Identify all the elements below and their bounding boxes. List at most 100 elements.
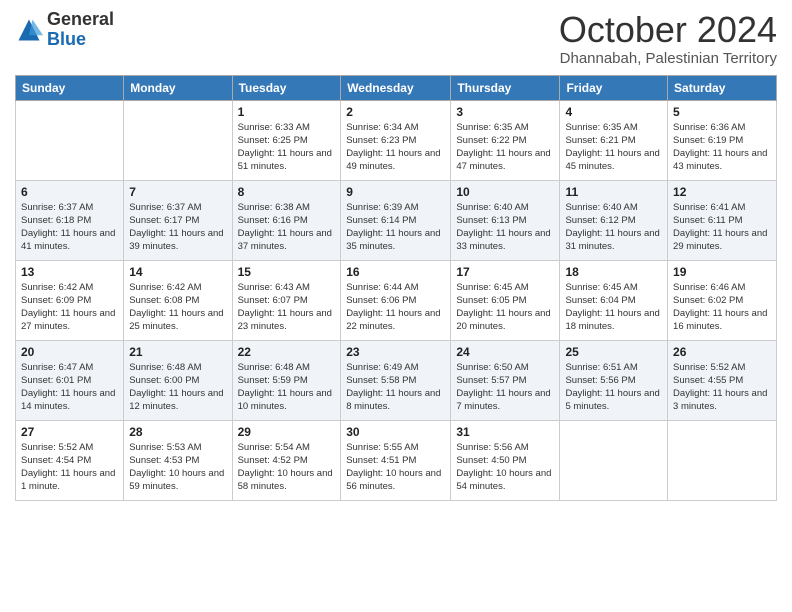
day-number: 5 [673, 105, 771, 119]
calendar-cell: 29Sunrise: 5:54 AMSunset: 4:52 PMDayligh… [232, 420, 341, 500]
calendar-cell: 4 Sunrise: 6:35 AMSunset: 6:21 PMDaylight… [560, 100, 668, 180]
day-number: 12 [673, 185, 771, 199]
weekday-header-monday: Monday [124, 75, 232, 100]
day-info: Sunrise: 6:33 AMSunset: 6:25 PMDaylight:… [238, 121, 336, 174]
day-info: Sunrise: 6:41 AMSunset: 6:11 PMDaylight:… [673, 201, 771, 254]
day-number: 25 [565, 345, 662, 359]
calendar-cell: 3 Sunrise: 6:35 AMSunset: 6:22 PMDaylight… [451, 100, 560, 180]
calendar-cell: 15 Sunrise: 6:43 AMSunset: 6:07 PMDayligh… [232, 260, 341, 340]
calendar-cell: 17 Sunrise: 6:45 AMSunset: 6:05 PMDayligh… [451, 260, 560, 340]
day-info: Sunrise: 6:35 AMSunset: 6:22 PMDaylight:… [456, 121, 554, 174]
day-info: Sunrise: 6:46 AMSunset: 6:02 PMDaylight:… [673, 281, 771, 334]
day-number: 2 [346, 105, 445, 119]
day-number: 19 [673, 265, 771, 279]
day-number: 28 [129, 425, 226, 439]
day-number: 30 [346, 425, 445, 439]
day-number: 21 [129, 345, 226, 359]
day-info: Sunrise: 6:35 AMSunset: 6:21 PMDaylight:… [565, 121, 662, 174]
logo-icon [15, 16, 43, 44]
logo-text: General Blue [47, 10, 114, 50]
calendar-cell [16, 100, 124, 180]
weekday-header-friday: Friday [560, 75, 668, 100]
day-info: Sunrise: 6:43 AMSunset: 6:07 PMDaylight:… [238, 281, 336, 334]
logo-blue: Blue [47, 29, 86, 49]
week-row-2: 6Sunrise: 6:37 AMSunset: 6:18 PMDaylight… [16, 180, 777, 260]
header: General Blue October 2024 Dhannabah, Pal… [15, 10, 777, 67]
day-number: 15 [238, 265, 336, 279]
weekday-header-wednesday: Wednesday [341, 75, 451, 100]
day-info: Sunrise: 5:56 AMSunset: 4:50 PMDaylight:… [456, 441, 554, 494]
day-number: 20 [21, 345, 118, 359]
calendar-cell: 26Sunrise: 5:52 AMSunset: 4:55 PMDayligh… [668, 340, 777, 420]
location-subtitle: Dhannabah, Palestinian Territory [559, 50, 777, 67]
day-number: 3 [456, 105, 554, 119]
day-info: Sunrise: 6:37 AMSunset: 6:17 PMDaylight:… [129, 201, 226, 254]
day-number: 13 [21, 265, 118, 279]
day-info: Sunrise: 6:47 AMSunset: 6:01 PMDaylight:… [21, 361, 118, 414]
day-number: 26 [673, 345, 771, 359]
calendar-cell: 30 Sunrise: 5:55 AMSunset: 4:51 PMDayligh… [341, 420, 451, 500]
day-info: Sunrise: 6:50 AMSunset: 5:57 PMDaylight:… [456, 361, 554, 414]
day-number: 14 [129, 265, 226, 279]
day-info: Sunrise: 6:40 AMSunset: 6:12 PMDaylight:… [565, 201, 662, 254]
day-number: 31 [456, 425, 554, 439]
calendar-cell: 27 Sunrise: 5:52 AMSunset: 4:54 PMDayligh… [16, 420, 124, 500]
weekday-header-tuesday: Tuesday [232, 75, 341, 100]
calendar-cell: 9 Sunrise: 6:39 AMSunset: 6:14 PMDaylight… [341, 180, 451, 260]
day-number: 24 [456, 345, 554, 359]
calendar-cell: 11 Sunrise: 6:40 AMSunset: 6:12 PMDayligh… [560, 180, 668, 260]
day-info: Sunrise: 6:48 AMSunset: 6:00 PMDaylight:… [129, 361, 226, 414]
weekday-header-row: SundayMondayTuesdayWednesdayThursdayFrid… [16, 75, 777, 100]
calendar-cell [668, 420, 777, 500]
day-info: Sunrise: 6:38 AMSunset: 6:16 PMDaylight:… [238, 201, 336, 254]
day-number: 18 [565, 265, 662, 279]
day-number: 17 [456, 265, 554, 279]
day-number: 11 [565, 185, 662, 199]
day-number: 27 [21, 425, 118, 439]
day-info: Sunrise: 6:45 AMSunset: 6:05 PMDaylight:… [456, 281, 554, 334]
day-info: Sunrise: 5:52 AMSunset: 4:54 PMDaylight:… [21, 441, 118, 494]
day-info: Sunrise: 6:51 AMSunset: 5:56 PMDaylight:… [565, 361, 662, 414]
calendar-cell: 28 Sunrise: 5:53 AMSunset: 4:53 PMDayligh… [124, 420, 232, 500]
calendar-cell: 8 Sunrise: 6:38 AMSunset: 6:16 PMDaylight… [232, 180, 341, 260]
weekday-header-thursday: Thursday [451, 75, 560, 100]
calendar-cell: 7 Sunrise: 6:37 AMSunset: 6:17 PMDaylight… [124, 180, 232, 260]
title-block: October 2024 Dhannabah, Palestinian Terr… [559, 10, 777, 67]
day-info: Sunrise: 5:55 AMSunset: 4:51 PMDaylight:… [346, 441, 445, 494]
calendar-cell: 12 Sunrise: 6:41 AMSunset: 6:11 PMDayligh… [668, 180, 777, 260]
day-info: Sunrise: 6:36 AMSunset: 6:19 PMDaylight:… [673, 121, 771, 174]
calendar-cell: 10Sunrise: 6:40 AMSunset: 6:13 PMDayligh… [451, 180, 560, 260]
calendar-cell: 14 Sunrise: 6:42 AMSunset: 6:08 PMDayligh… [124, 260, 232, 340]
calendar-cell: 19 Sunrise: 6:46 AMSunset: 6:02 PMDayligh… [668, 260, 777, 340]
calendar-cell: 16Sunrise: 6:44 AMSunset: 6:06 PMDayligh… [341, 260, 451, 340]
logo-general: General [47, 9, 114, 29]
calendar-cell [124, 100, 232, 180]
week-row-5: 27 Sunrise: 5:52 AMSunset: 4:54 PMDayligh… [16, 420, 777, 500]
day-number: 22 [238, 345, 336, 359]
calendar-cell: 20 Sunrise: 6:47 AMSunset: 6:01 PMDayligh… [16, 340, 124, 420]
calendar-cell: 6Sunrise: 6:37 AMSunset: 6:18 PMDaylight… [16, 180, 124, 260]
calendar-table: SundayMondayTuesdayWednesdayThursdayFrid… [15, 75, 777, 501]
day-number: 9 [346, 185, 445, 199]
day-info: Sunrise: 6:40 AMSunset: 6:13 PMDaylight:… [456, 201, 554, 254]
calendar-cell: 2Sunrise: 6:34 AMSunset: 6:23 PMDaylight… [341, 100, 451, 180]
calendar-cell [560, 420, 668, 500]
calendar-cell: 25 Sunrise: 6:51 AMSunset: 5:56 PMDayligh… [560, 340, 668, 420]
month-title: October 2024 [559, 10, 777, 50]
week-row-3: 13Sunrise: 6:42 AMSunset: 6:09 PMDayligh… [16, 260, 777, 340]
day-number: 29 [238, 425, 336, 439]
weekday-header-saturday: Saturday [668, 75, 777, 100]
calendar-cell: 1 Sunrise: 6:33 AMSunset: 6:25 PMDaylight… [232, 100, 341, 180]
calendar-cell: 18Sunrise: 6:45 AMSunset: 6:04 PMDayligh… [560, 260, 668, 340]
day-info: Sunrise: 6:39 AMSunset: 6:14 PMDaylight:… [346, 201, 445, 254]
day-number: 7 [129, 185, 226, 199]
day-number: 16 [346, 265, 445, 279]
logo: General Blue [15, 10, 114, 50]
day-number: 4 [565, 105, 662, 119]
day-number: 1 [238, 105, 336, 119]
day-info: Sunrise: 5:53 AMSunset: 4:53 PMDaylight:… [129, 441, 226, 494]
calendar-cell: 31 Sunrise: 5:56 AMSunset: 4:50 PMDayligh… [451, 420, 560, 500]
day-info: Sunrise: 6:42 AMSunset: 6:08 PMDaylight:… [129, 281, 226, 334]
week-row-4: 20 Sunrise: 6:47 AMSunset: 6:01 PMDayligh… [16, 340, 777, 420]
day-number: 8 [238, 185, 336, 199]
